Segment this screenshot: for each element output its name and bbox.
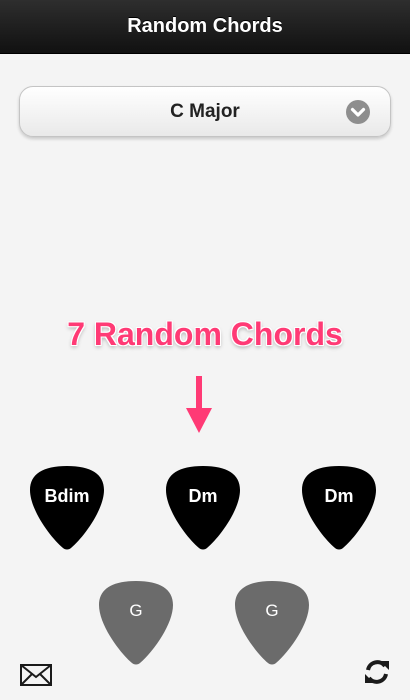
chord-pick[interactable]: G [234,579,310,665]
guitar-pick-icon [166,466,240,550]
key-selector[interactable]: C Major [19,86,391,137]
mail-icon[interactable] [20,664,52,686]
chord-pick[interactable]: Bdim [29,464,105,550]
guitar-pick-icon [30,466,104,550]
navigation-bar: Random Chords [0,0,410,54]
chord-label: Bdim [44,486,90,506]
guitar-pick-icon [99,581,173,665]
chord-pick[interactable]: Dm [301,464,377,550]
guitar-pick-icon [302,466,376,550]
chord-count-text: 7 Random Chords [67,315,343,352]
screen: Random Chords C Major 7 Random Chords Bd… [0,0,410,700]
guitar-pick-icon [235,581,309,665]
chord-label: G [265,601,279,620]
chord-label: G [129,601,143,620]
key-selector-value: C Major [170,100,240,122]
refresh-icon[interactable] [362,657,392,687]
chord-label: Dm [324,486,354,506]
chevron-down-icon [346,100,370,124]
chord-label: Dm [188,486,218,506]
chord-pick[interactable]: Dm [165,464,241,550]
arrow-down-icon [186,376,212,433]
chord-pick[interactable]: G [98,579,174,665]
chord-count-banner: 7 Random Chords [0,312,410,356]
page-title: Random Chords [127,15,283,37]
